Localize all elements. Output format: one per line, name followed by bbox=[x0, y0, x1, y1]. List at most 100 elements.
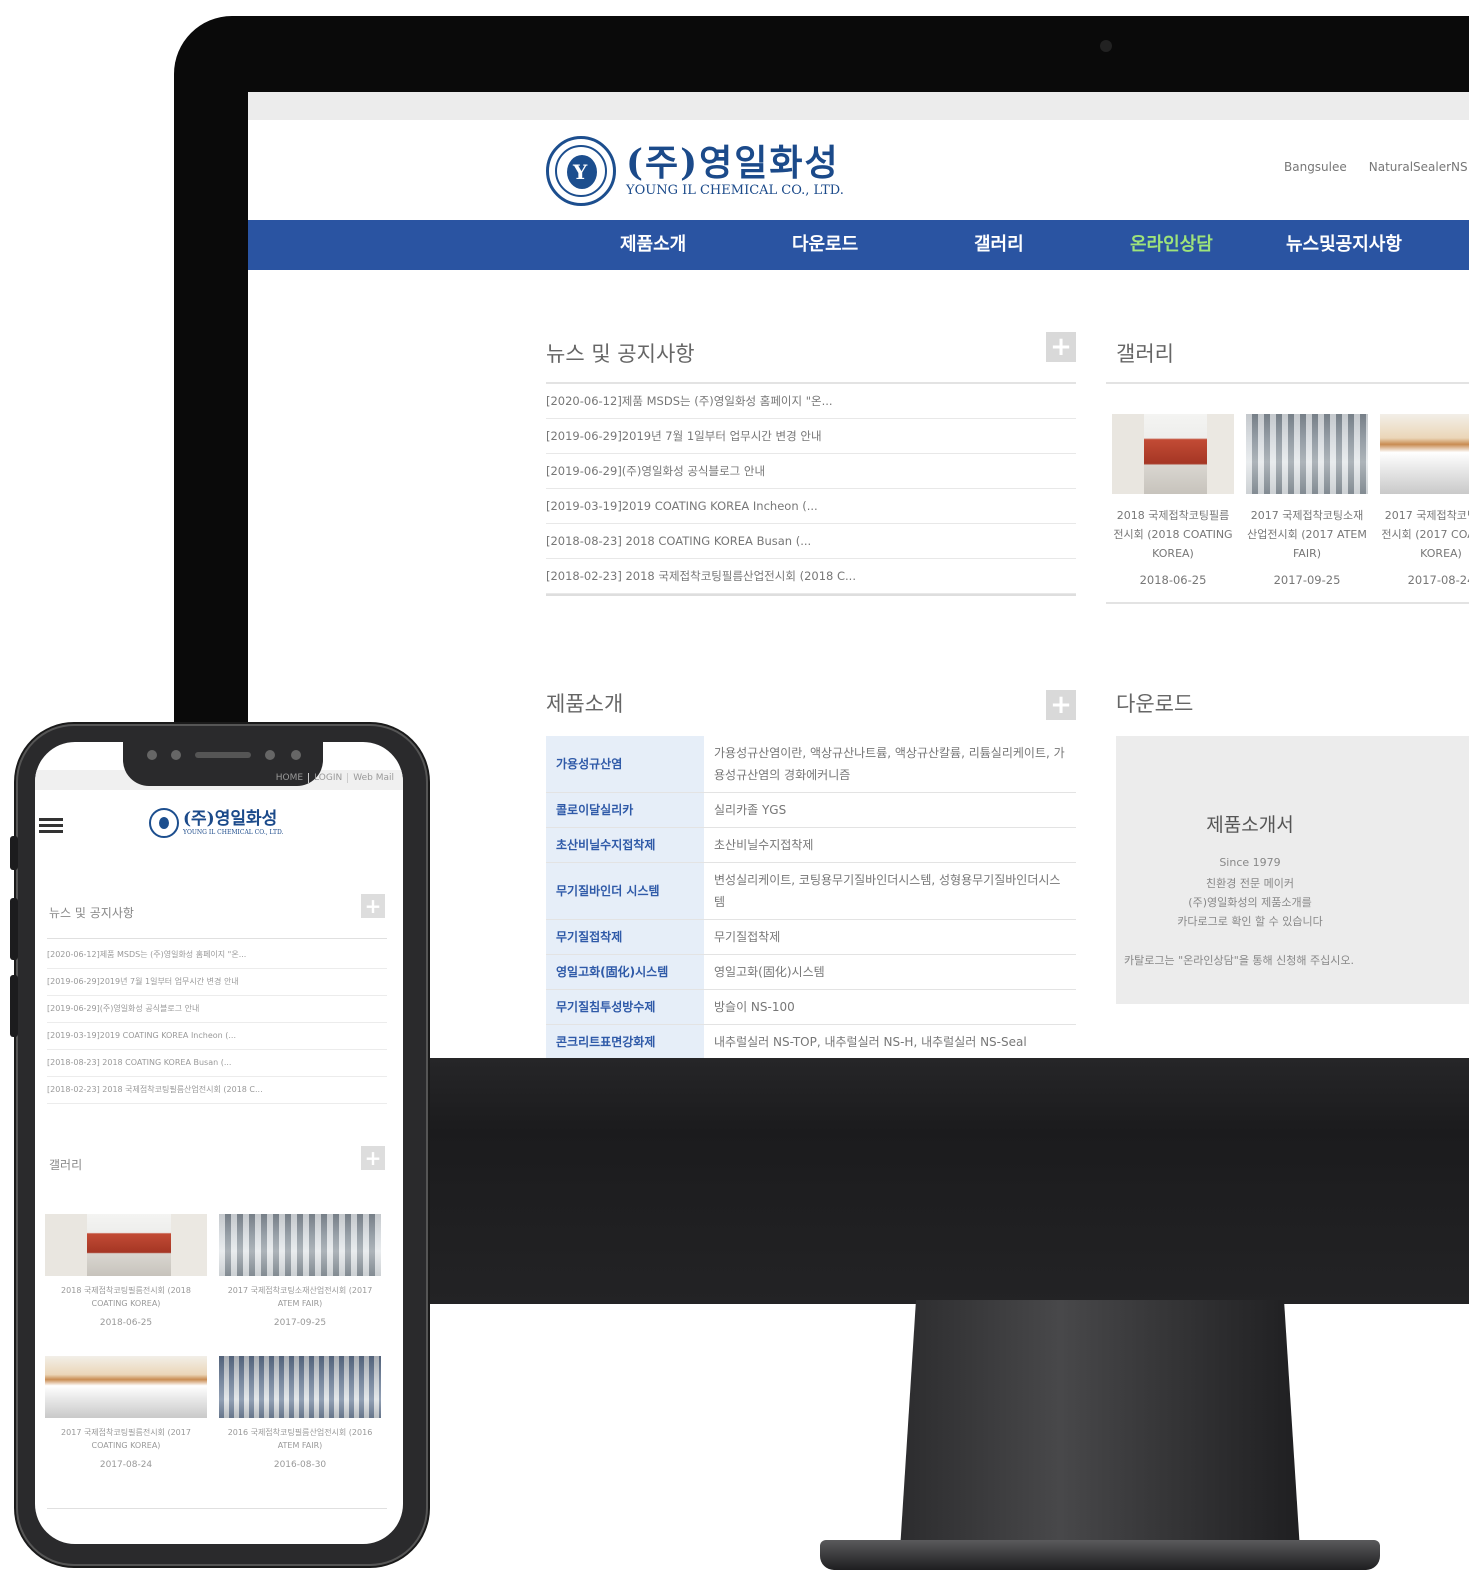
download-box[interactable]: 제품소개서 Since 1979 친환경 전문 메이커 (주)영일화성의 제품소… bbox=[1116, 736, 1469, 1004]
logo-korean: (주)영일화성 bbox=[626, 142, 840, 184]
product-name[interactable]: 영일고화(固化)시스템 bbox=[546, 954, 704, 990]
mobile-screen: HOME LOGIN Web Mail (주)영일화성 YOUNG IL CHE… bbox=[35, 742, 403, 1544]
table-row[interactable]: 무기질바인더 시스템 변성실리케이트, 코팅용무기질바인더시스템, 성형용무기질… bbox=[546, 862, 1076, 920]
phone-side-button bbox=[10, 975, 18, 1037]
news-end-rule bbox=[546, 594, 1076, 596]
product-desc: 초산비닐수지접착제 bbox=[704, 827, 1076, 863]
gallery-thumbnail[interactable] bbox=[219, 1214, 381, 1276]
mobile-top-links: HOME LOGIN Web Mail bbox=[271, 773, 399, 783]
gallery-thumbnail[interactable] bbox=[45, 1356, 207, 1418]
news-list: [2020-06-12]제품 MSDS는 (주)영일화성 홈페이지 "온... … bbox=[546, 384, 1076, 594]
toplink-bangsulee[interactable]: Bangsulee bbox=[1284, 160, 1347, 174]
gallery-thumbnail[interactable] bbox=[1112, 414, 1234, 494]
gallery-date: 2017-09-25 bbox=[1273, 573, 1341, 587]
mobile-link-webmail[interactable]: Web Mail bbox=[347, 773, 399, 783]
news-item[interactable]: [2019-06-29]2019년 7월 1일부터 업무시간 변경 안내 bbox=[47, 969, 387, 996]
gallery-item[interactable]: 2018 국제접착코팅필름전시회 (2018 COATING KOREA) 20… bbox=[45, 1214, 207, 1328]
mobile-logo-korean: (주)영일화성 bbox=[183, 809, 278, 829]
monitor-stand bbox=[900, 1300, 1300, 1550]
product-desc: 무기질접착제 bbox=[704, 919, 1076, 955]
gallery-item[interactable]: 2016 국제접착코팅필름산업전시회 (2016 ATEM FAIR) 2016… bbox=[219, 1356, 381, 1470]
top-links: Bangsulee NaturalSealerNS bbox=[1284, 160, 1468, 174]
products-table: 가용성규산염 가용성규산염이란, 액상규산나트륨, 액상규산칼륨, 리튬실리케이… bbox=[546, 736, 1076, 1058]
gallery-item[interactable]: 2017 국제접착코팅필름전시회 (2017 COATING KOREA) 20… bbox=[1380, 414, 1469, 587]
gallery-end-rule bbox=[1106, 602, 1469, 604]
gallery-item[interactable]: 2017 국제접착코팅소재산업전시회 (2017 ATEM FAIR) 2017… bbox=[1246, 414, 1368, 587]
gallery-date: 2017-08-24 bbox=[1407, 573, 1469, 587]
news-more-icon[interactable]: + bbox=[1046, 332, 1076, 362]
news-item[interactable]: [2019-06-29](주)영일화성 공식블로그 안내 bbox=[47, 996, 387, 1023]
table-row[interactable]: 콘크리트표면강화제 내추럴실러 NS-TOP, 내추럴실러 NS-H, 내추럴실… bbox=[546, 1024, 1076, 1058]
gallery-item[interactable]: 2018 국제접착코팅필름전시회 (2018 COATING KOREA) 20… bbox=[1112, 414, 1234, 587]
table-row[interactable]: 가용성규산염 가용성규산염이란, 액상규산나트륨, 액상규산칼륨, 리튬실리케이… bbox=[546, 736, 1076, 793]
news-item[interactable]: [2018-08-23] 2018 COATING KOREA Busan (.… bbox=[47, 1050, 387, 1077]
mobile-news-more-icon[interactable]: + bbox=[361, 894, 385, 918]
gallery-date: 2017-08-24 bbox=[99, 1460, 153, 1470]
mobile-gallery-end-rule bbox=[47, 1508, 387, 1509]
product-desc: 가용성규산염이란, 액상규산나트륨, 액상규산칼륨, 리튬실리케이트, 가용성규… bbox=[704, 736, 1076, 793]
product-desc: 실리카졸 YGS bbox=[704, 792, 1076, 828]
news-item[interactable]: [2020-06-12]제품 MSDS는 (주)영일화성 홈페이지 "온... bbox=[546, 384, 1076, 419]
download-line: Since 1979 bbox=[1219, 856, 1281, 869]
gallery-caption: 2017 국제접착코팅필름전시회 (2017 COATING KOREA) bbox=[61, 1428, 191, 1450]
mobile-link-home[interactable]: HOME bbox=[271, 773, 308, 783]
product-name[interactable]: 무기질접착제 bbox=[546, 919, 704, 955]
gallery-date: 2016-08-30 bbox=[273, 1460, 327, 1470]
gallery-thumbnail[interactable] bbox=[45, 1214, 207, 1276]
product-desc: 영일고화(固化)시스템 bbox=[704, 954, 1076, 990]
product-desc: 방슬이 NS-100 bbox=[704, 989, 1076, 1025]
nav-online-consult[interactable]: 온라인상담 bbox=[1130, 220, 1213, 270]
table-row[interactable]: 초산비닐수지접착제 초산비닐수지접착제 bbox=[546, 827, 1076, 863]
download-line: 친환경 전문 메이커 bbox=[1206, 877, 1294, 890]
product-name[interactable]: 초산비닐수지접착제 bbox=[546, 827, 704, 863]
gallery-caption: 2018 국제접착코팅필름전시회 (2018 COATING KOREA) bbox=[1113, 509, 1233, 560]
news-title: 뉴스 및 공지사항 bbox=[546, 342, 695, 366]
news-item[interactable]: [2018-08-23] 2018 COATING KOREA Busan (.… bbox=[546, 524, 1076, 559]
logo-english: YOUNG IL CHEMICAL CO., LTD. bbox=[626, 183, 844, 198]
desktop-screen: Y (주)영일화성 YOUNG IL CHEMICAL CO., LTD. Ba… bbox=[248, 92, 1469, 1058]
mobile-logo[interactable]: (주)영일화성 YOUNG IL CHEMICAL CO., LTD. bbox=[149, 808, 284, 838]
phone-side-button bbox=[10, 898, 18, 960]
toplink-naturalsealer[interactable]: NaturalSealerNS bbox=[1369, 160, 1468, 174]
news-item[interactable]: [2019-06-29](주)영일화성 공식블로그 안내 bbox=[546, 454, 1076, 489]
gallery-date: 2017-09-25 bbox=[273, 1318, 327, 1328]
gallery-thumbnail[interactable] bbox=[1380, 414, 1469, 494]
table-row[interactable]: 무기질접착제 무기질접착제 bbox=[546, 919, 1076, 955]
nav-news[interactable]: 뉴스및공지사항 bbox=[1286, 220, 1402, 270]
browser-top-strip bbox=[248, 92, 1469, 120]
news-item[interactable]: [2018-02-23] 2018 국제접착코팅필름산업전시회 (2018 C.… bbox=[47, 1077, 387, 1104]
gallery-item[interactable]: 2017 국제접착코팅필름전시회 (2017 COATING KOREA) 20… bbox=[45, 1356, 207, 1470]
news-item[interactable]: [2019-03-19]2019 COATING KOREA Incheon (… bbox=[546, 489, 1076, 524]
table-row[interactable]: 콜로이달실리카 실리카졸 YGS bbox=[546, 792, 1076, 828]
mobile-news-rule bbox=[47, 938, 387, 939]
products-more-icon[interactable]: + bbox=[1046, 690, 1076, 720]
nav-download[interactable]: 다운로드 bbox=[792, 220, 858, 270]
table-row[interactable]: 무기질침투성방수제 방슬이 NS-100 bbox=[546, 989, 1076, 1025]
product-desc: 변성실리케이트, 코팅용무기질바인더시스템, 성형용무기질바인더시스템 bbox=[704, 862, 1076, 920]
product-name[interactable]: 콜로이달실리카 bbox=[546, 792, 704, 828]
product-name[interactable]: 무기질침투성방수제 bbox=[546, 989, 704, 1025]
product-desc: 내추럴실러 NS-TOP, 내추럴실러 NS-H, 내추럴실러 NS-Seal bbox=[704, 1024, 1076, 1058]
nav-gallery[interactable]: 갤러리 bbox=[974, 220, 1024, 270]
product-name[interactable]: 무기질바인더 시스템 bbox=[546, 862, 704, 920]
news-item[interactable]: [2019-06-29]2019년 7월 1일부터 업무시간 변경 안내 bbox=[546, 419, 1076, 454]
news-item[interactable]: [2019-03-19]2019 COATING KOREA Incheon (… bbox=[47, 1023, 387, 1050]
nav-products[interactable]: 제품소개 bbox=[620, 220, 686, 270]
mobile-news-title: 뉴스 및 공지사항 bbox=[49, 906, 134, 920]
gallery-thumbnail[interactable] bbox=[1246, 414, 1368, 494]
company-seal-icon bbox=[149, 808, 179, 838]
news-item[interactable]: [2018-02-23] 2018 국제접착코팅필름산업전시회 (2018 C.… bbox=[546, 559, 1076, 594]
gallery-item[interactable]: 2017 국제접착코팅소재산업전시회 (2017 ATEM FAIR) 2017… bbox=[219, 1214, 381, 1328]
product-name[interactable]: 가용성규산염 bbox=[546, 736, 704, 793]
mobile-logo-english: YOUNG IL CHEMICAL CO., LTD. bbox=[183, 829, 284, 836]
mobile-link-login[interactable]: LOGIN bbox=[308, 773, 347, 783]
table-row[interactable]: 영일고화(固化)시스템 영일고화(固化)시스템 bbox=[546, 954, 1076, 990]
mobile-gallery-more-icon[interactable]: + bbox=[361, 1146, 385, 1170]
hamburger-icon[interactable] bbox=[39, 818, 63, 838]
news-item[interactable]: [2020-06-12]제품 MSDS는 (주)영일화성 홈페이지 "온... bbox=[47, 942, 387, 969]
site-logo[interactable]: Y (주)영일화성 YOUNG IL CHEMICAL CO., LTD. bbox=[546, 136, 844, 206]
gallery-thumbnail[interactable] bbox=[219, 1356, 381, 1418]
download-note: 카탈로그는 "온라인상담"을 통해 신청해 주십시오. bbox=[1124, 954, 1355, 967]
product-name[interactable]: 콘크리트표면강화제 bbox=[546, 1024, 704, 1058]
phone-side-button bbox=[10, 836, 18, 870]
